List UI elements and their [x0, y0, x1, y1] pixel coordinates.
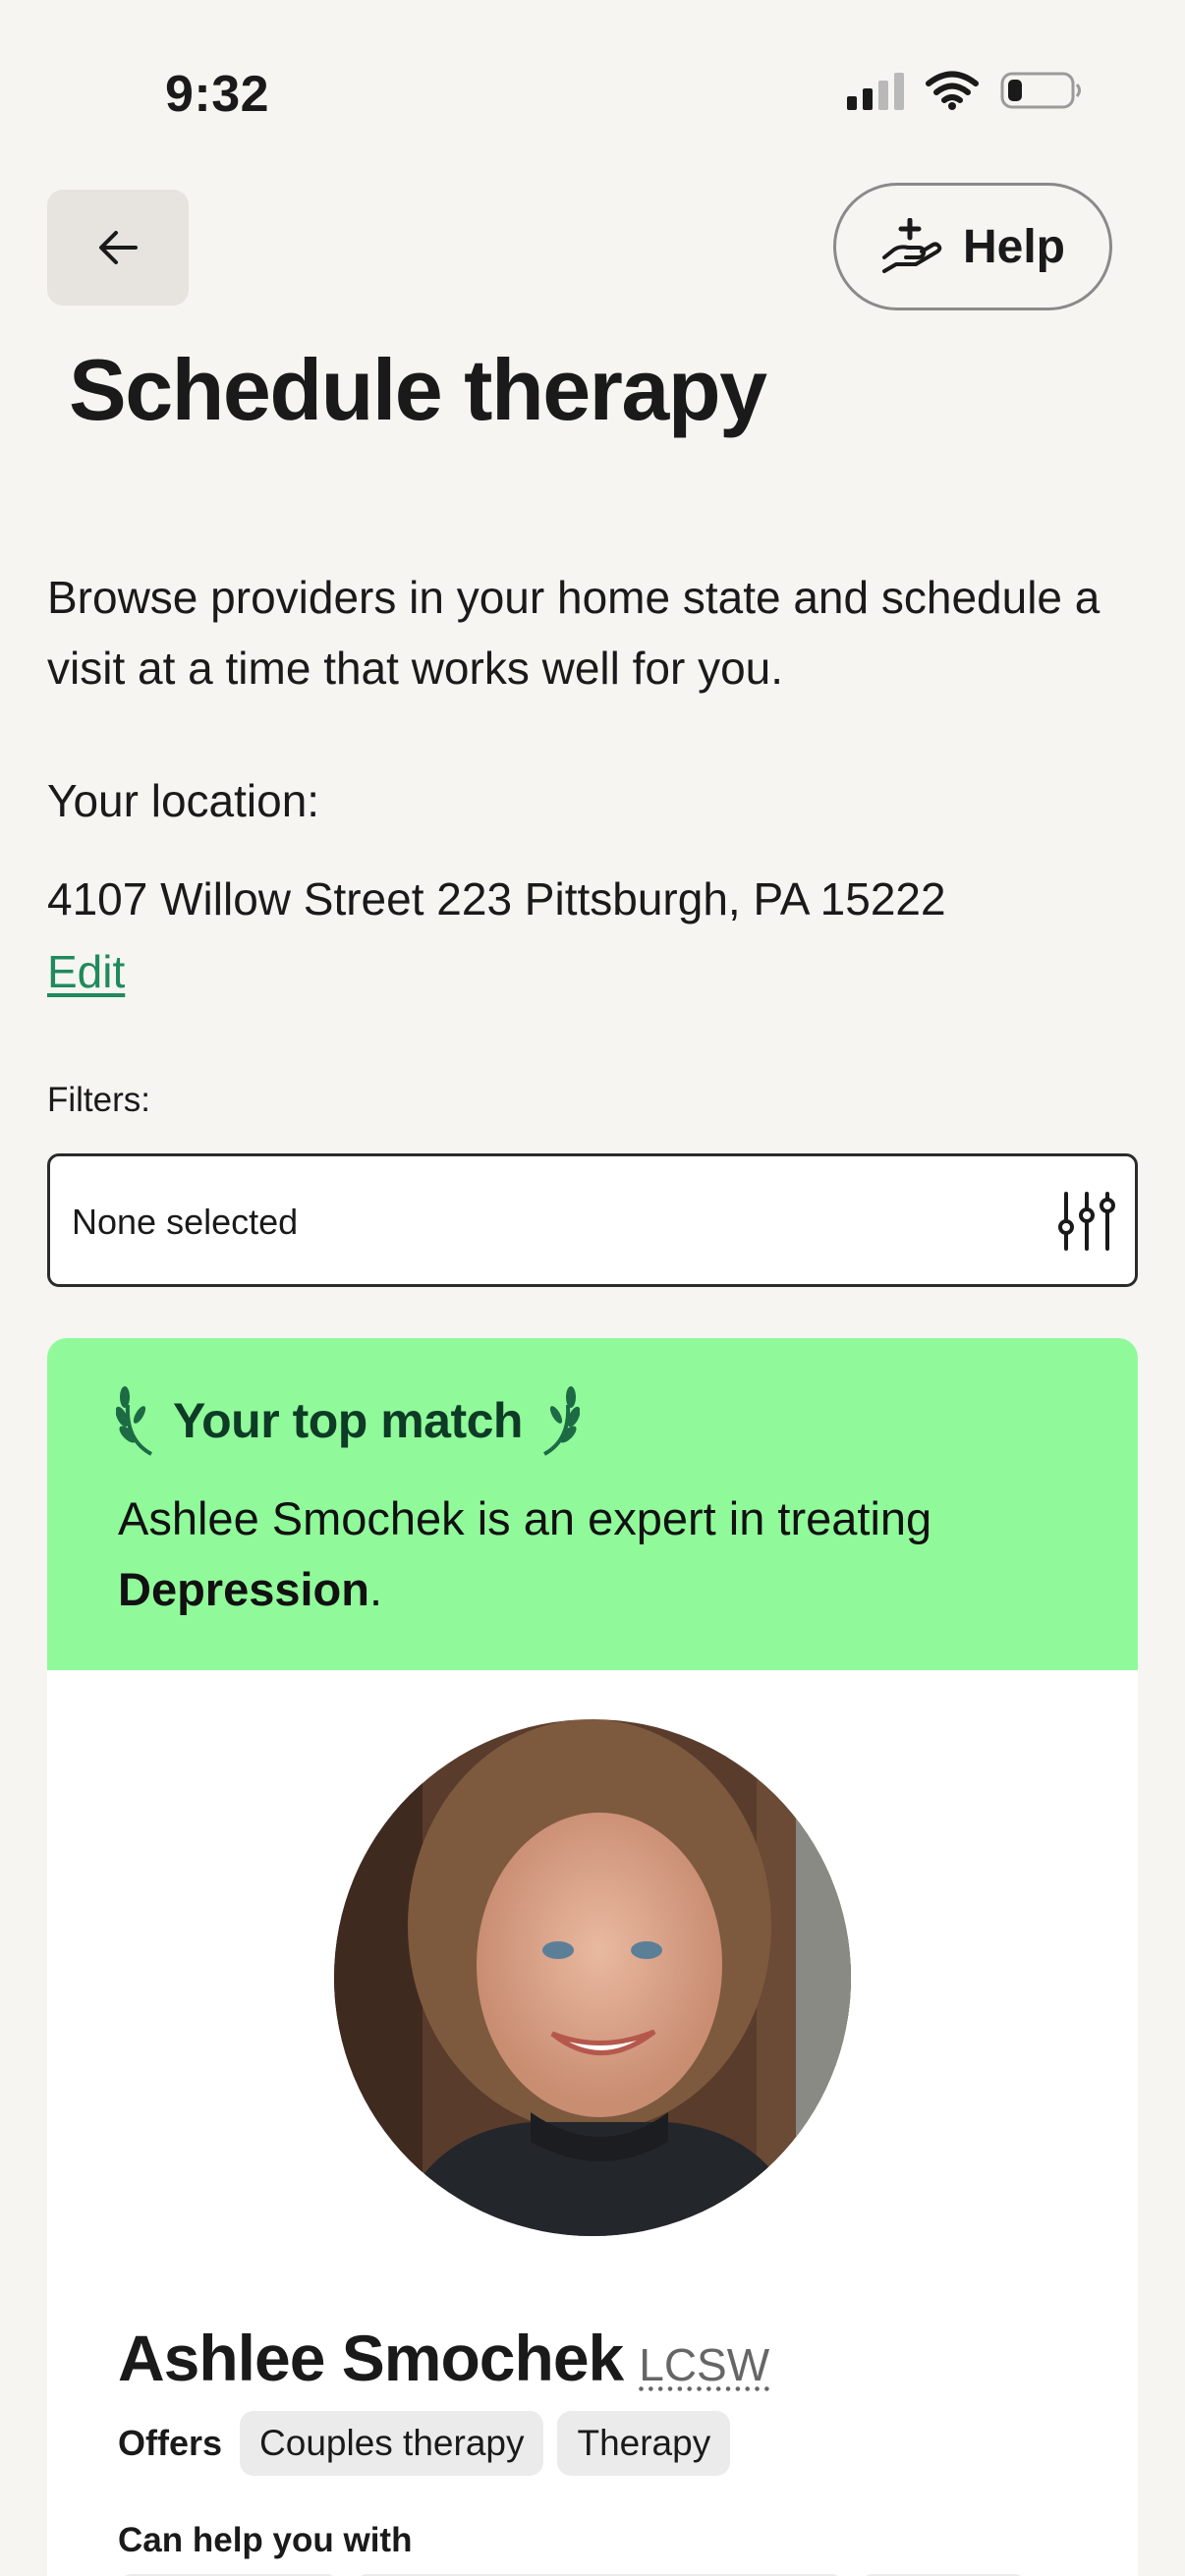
offers-row: Offers Couples therapy Therapy: [118, 2411, 731, 2476]
provider-card[interactable]: Your top match Ashlee Smochek is an expe…: [47, 1338, 1138, 2576]
top-match-banner: Your top match Ashlee Smochek is an expe…: [47, 1338, 1138, 1670]
help-button[interactable]: Help: [833, 183, 1112, 310]
edit-location-link[interactable]: Edit: [47, 945, 125, 998]
battery-icon: [1000, 72, 1081, 109]
top-match-title: Your top match: [173, 1393, 523, 1448]
match-condition: Depression: [118, 1563, 369, 1615]
top-match-description: Ashlee Smochek is an expert in treating …: [118, 1484, 1081, 1625]
offer-tag: Couples therapy: [240, 2411, 544, 2476]
provider-credential[interactable]: LCSW: [639, 2338, 769, 2391]
wifi-icon: [926, 71, 979, 110]
match-text-prefix: Ashlee Smochek is an expert in treating: [118, 1492, 932, 1544]
laurel-right-icon: [542, 1386, 580, 1456]
location-address: 4107 Willow Street 223 Pittsburgh, PA 15…: [47, 873, 946, 924]
location-label: Your location:: [47, 775, 320, 826]
status-time: 9:32: [165, 66, 270, 123]
can-help-label: Can help you with: [118, 2521, 413, 2559]
signal-icon: [847, 71, 904, 110]
provider-name-row: Ashlee Smochek LCSW: [118, 2321, 769, 2395]
provider-avatar: [334, 1719, 851, 2236]
intro-text: Browse providers in your home state and …: [47, 572, 1100, 694]
back-button[interactable]: [47, 190, 189, 306]
page-title: Schedule therapy: [69, 341, 767, 438]
schedule-therapy-screen: 9:32 Help Schedule therapy Browse provid…: [0, 0, 1185, 2576]
status-icons: [847, 71, 1083, 110]
help-hand-icon: [881, 218, 942, 273]
top-match-heading: Your top match: [116, 1385, 580, 1456]
laurel-left-icon: [116, 1386, 153, 1456]
offer-tag: Therapy: [557, 2411, 731, 2476]
filter-sliders-icon: [1058, 1192, 1115, 1251]
offers-label: Offers: [118, 2423, 223, 2463]
filters-label: Filters:: [47, 1081, 150, 1119]
provider-name: Ashlee Smochek: [118, 2322, 624, 2394]
filters-value: None selected: [72, 1202, 299, 1242]
help-button-label: Help: [962, 220, 1065, 273]
back-arrow-icon: [99, 231, 138, 264]
match-text-suffix: .: [368, 1563, 383, 1615]
filters-select[interactable]: None selected: [47, 1153, 1138, 1287]
